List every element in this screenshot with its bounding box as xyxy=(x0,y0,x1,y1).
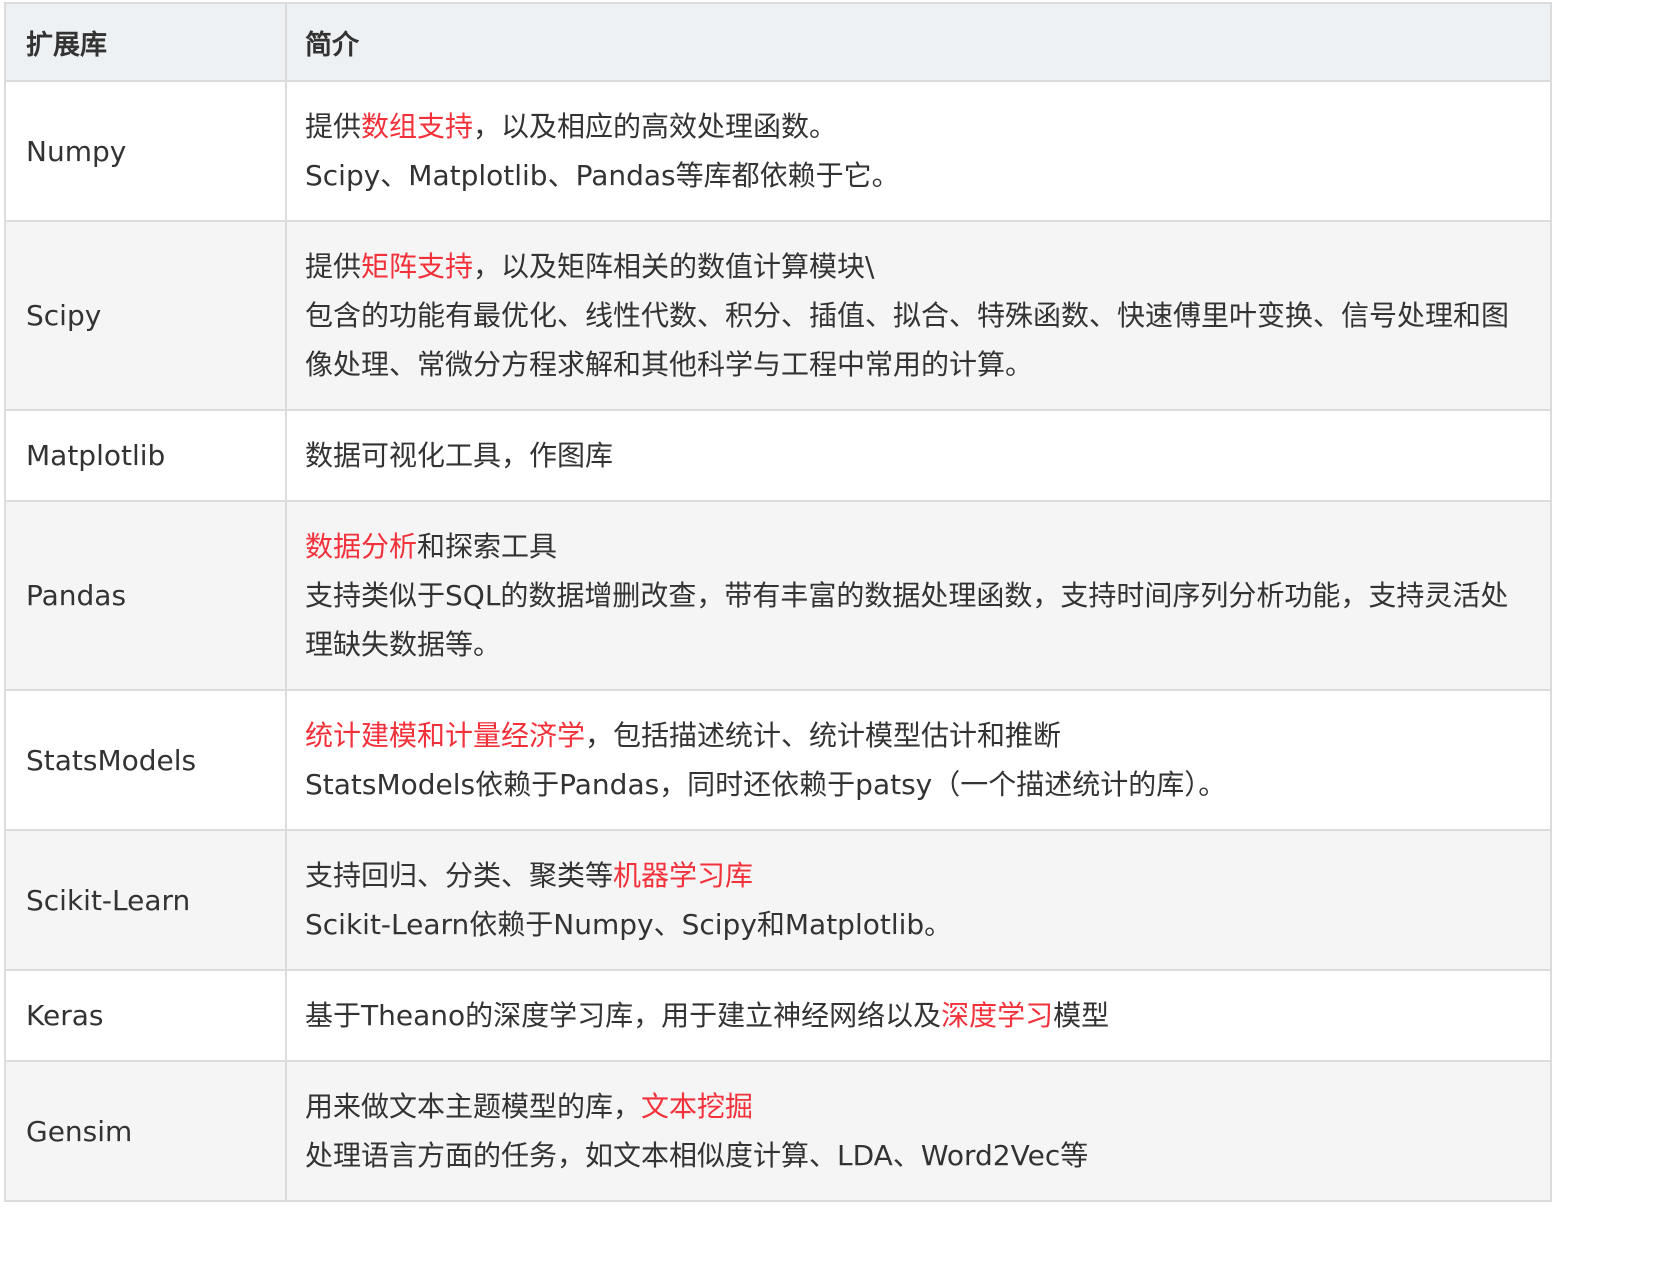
table-row: Scipy 提供矩阵支持，以及矩阵相关的数值计算模块\ 包含的功能有最优化、线性代数… xyxy=(4,220,1552,411)
description-text: 和探索工具 xyxy=(417,530,558,563)
library-name-cell: Keras xyxy=(4,969,287,1062)
description-text: StatsModels依赖于Pandas，同时还依赖于patsy（一个描述统计的… xyxy=(305,768,1227,801)
highlighted-text: 矩阵支持 xyxy=(361,250,474,283)
description-text: 包含的功能有最优化、线性代数、积分、插值、拟合、特殊函数、快速傅里叶变换、信号处… xyxy=(305,299,1510,381)
description-text: 提供 xyxy=(305,110,362,143)
description-line: 支持回归、分类、聚类等机器学习库 xyxy=(305,851,1536,900)
library-description-cell: 提供矩阵支持，以及矩阵相关的数值计算模块\ 包含的功能有最优化、线性代数、积分、插… xyxy=(285,220,1552,411)
description-line: 提供数组支持，以及相应的高效处理函数。 xyxy=(305,102,1536,151)
table-header-row: 扩展库 简介 xyxy=(4,2,1552,82)
header-library: 扩展库 xyxy=(4,2,287,82)
library-name-cell: Scipy xyxy=(4,220,287,411)
description-text: 处理语言方面的任务，如文本相似度计算、LDA、Word2Vec等 xyxy=(305,1139,1089,1172)
description-text: 提供 xyxy=(305,250,362,283)
description-line: 用来做文本主题模型的库，文本挖掘 xyxy=(305,1082,1536,1131)
description-text: Scipy、Matplotlib、Pandas等库都依赖于它。 xyxy=(305,159,900,192)
highlighted-text: 统计建模和计量经济学 xyxy=(305,719,586,752)
description-text: Scikit-Learn依赖于Numpy、Scipy和Matplotlib。 xyxy=(305,908,953,941)
header-description: 简介 xyxy=(285,2,1552,82)
description-text: ，包括描述统计、统计模型估计和推断 xyxy=(585,719,1062,752)
description-line: 数据可视化工具，作图库 xyxy=(305,431,1536,480)
library-name-cell: Scikit-Learn xyxy=(4,829,287,971)
library-description-cell: 用来做文本主题模型的库，文本挖掘处理语言方面的任务，如文本相似度计算、LDA、W… xyxy=(285,1060,1552,1202)
library-description-cell: 数据分析和探索工具支持类似于SQL的数据增删改查，带有丰富的数据处理函数，支持时… xyxy=(285,500,1552,691)
table-row: Pandas 数据分析和探索工具 支持类似于SQL的数据增删改查，带有丰富的数据处理… xyxy=(4,500,1552,691)
highlighted-text: 数组支持 xyxy=(361,110,474,143)
description-line: Scikit-Learn依赖于Numpy、Scipy和Matplotlib。 xyxy=(305,900,1536,949)
library-description-cell: 数据可视化工具，作图库 xyxy=(285,409,1552,502)
table-body: Numpy 提供数组支持，以及相应的高效处理函数。 Scipy、Matplotlib… xyxy=(4,80,1552,1202)
description-line: Scipy、Matplotlib、Pandas等库都依赖于它。 xyxy=(305,151,1536,200)
description-text: 支持类似于SQL的数据增删改查，带有丰富的数据处理函数，支持时间序列分析功能，支… xyxy=(305,579,1509,661)
library-description-cell: 基于Theano的深度学习库，用于建立神经网络以及深度学习模型 xyxy=(285,969,1552,1062)
table-row: Keras 基于Theano的深度学习库，用于建立神经网络以及深度学习模型 xyxy=(4,969,1552,1062)
description-text: ，以及相应的高效处理函数。 xyxy=(473,110,838,143)
table-row: StatsModels 统计建模和计量经济学，包括描述统计、统计模型估计和推断 St… xyxy=(4,689,1552,831)
description-text: 基于Theano的深度学习库，用于建立神经网络以及 xyxy=(305,999,942,1032)
library-description-cell: 提供数组支持，以及相应的高效处理函数。 Scipy、Matplotlib、Pand… xyxy=(285,80,1552,222)
description-line: 提供矩阵支持，以及矩阵相关的数值计算模块\ xyxy=(305,242,1536,291)
highlighted-text: 文本挖掘 xyxy=(641,1090,754,1123)
library-name-cell: Matplotlib xyxy=(4,409,287,502)
description-text: 模型 xyxy=(1053,999,1110,1032)
description-line: 统计建模和计量经济学，包括描述统计、统计模型估计和推断 xyxy=(305,711,1536,760)
library-description-cell: 支持回归、分类、聚类等机器学习库 Scikit-Learn依赖于Numpy、Sci… xyxy=(285,829,1552,971)
description-text: 支持回归、分类、聚类等 xyxy=(305,859,614,892)
table-row: Scikit-Learn 支持回归、分类、聚类等机器学习库 Scikit-Learn… xyxy=(4,829,1552,971)
description-line: 支持类似于SQL的数据增删改查，带有丰富的数据处理函数，支持时间序列分析功能，支… xyxy=(305,571,1536,669)
highlighted-text: 数据分析 xyxy=(305,530,418,563)
description-line: 处理语言方面的任务，如文本相似度计算、LDA、Word2Vec等 xyxy=(305,1131,1536,1180)
highlighted-text: 机器学习库 xyxy=(613,859,754,892)
library-name-cell: Numpy xyxy=(4,80,287,222)
description-line: 数据分析和探索工具 xyxy=(305,522,1536,571)
library-description-cell: 统计建模和计量经济学，包括描述统计、统计模型估计和推断 StatsModels依赖… xyxy=(285,689,1552,831)
description-text: 用来做文本主题模型的库， xyxy=(305,1090,642,1123)
library-name-cell: Gensim xyxy=(4,1060,287,1202)
library-name-cell: StatsModels xyxy=(4,689,287,831)
description-line: 基于Theano的深度学习库，用于建立神经网络以及深度学习模型 xyxy=(305,991,1536,1040)
library-table-container: 扩展库 简介 Numpy 提供数组支持，以及相应的高效处理函数。 Scipy、Mat… xyxy=(4,2,1552,1202)
description-text: 数据可视化工具，作图库 xyxy=(305,439,614,472)
library-table: 扩展库 简介 Numpy 提供数组支持，以及相应的高效处理函数。 Scipy、Mat… xyxy=(4,2,1552,1202)
table-row: Matplotlib 数据可视化工具，作图库 xyxy=(4,409,1552,502)
table-row: Numpy 提供数组支持，以及相应的高效处理函数。 Scipy、Matplotlib… xyxy=(4,80,1552,222)
highlighted-text: 深度学习 xyxy=(941,999,1054,1032)
table-row: Gensim 用来做文本主题模型的库，文本挖掘 处理语言方面的任务，如文本相似度计算… xyxy=(4,1060,1552,1202)
description-line: 包含的功能有最优化、线性代数、积分、插值、拟合、特殊函数、快速傅里叶变换、信号处… xyxy=(305,291,1536,389)
description-text: ，以及矩阵相关的数值计算模块\ xyxy=(473,250,875,283)
library-name-cell: Pandas xyxy=(4,500,287,691)
description-line: StatsModels依赖于Pandas，同时还依赖于patsy（一个描述统计的… xyxy=(305,760,1536,809)
